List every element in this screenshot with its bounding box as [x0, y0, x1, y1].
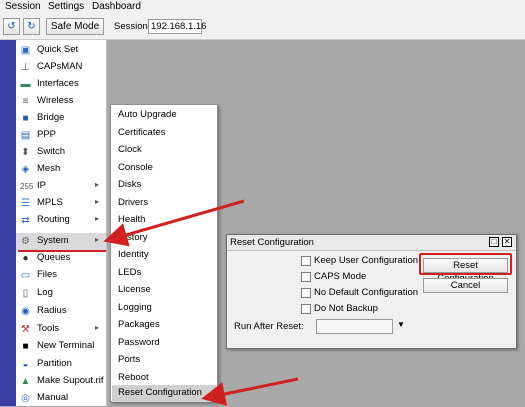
arrow-to-reset-configuration — [201, 377, 299, 406]
arrow-to-system — [103, 199, 245, 247]
annotation-arrows — [18, 199, 299, 406]
